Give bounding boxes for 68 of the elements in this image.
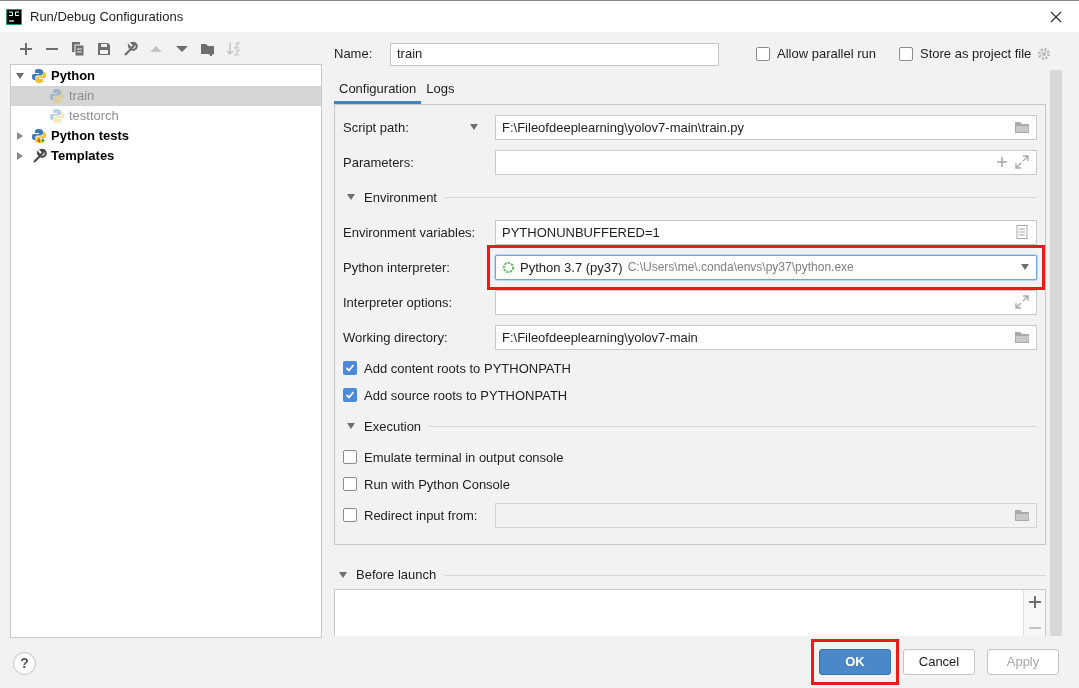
checkbox[interactable] — [343, 450, 357, 465]
python-icon — [49, 88, 65, 104]
python-icon — [49, 108, 65, 124]
checkbox-label: Add source roots to PYTHONPATH — [364, 386, 568, 405]
field-label: Environment variables: — [343, 223, 476, 242]
document-icon[interactable] — [1014, 224, 1030, 241]
checkbox-label: Store as project file — [920, 45, 1032, 64]
text-field[interactable] — [495, 289, 1037, 315]
checkbox[interactable] — [899, 47, 913, 61]
field-label: Interpreter options: — [343, 293, 453, 312]
tree-item[interactable]: Python tests — [11, 126, 321, 146]
text-field[interactable]: F:\Fileofdeeplearning\yolov7-main — [495, 324, 1037, 350]
add-icon[interactable] — [18, 41, 34, 57]
expand-icon[interactable] — [1014, 294, 1030, 311]
python-icon — [31, 68, 47, 84]
tab[interactable]: Configuration — [334, 76, 422, 104]
text-field[interactable] — [495, 502, 1037, 528]
checkbox-label: Emulate terminal in output console — [364, 448, 564, 467]
name-field[interactable]: train — [390, 42, 719, 66]
checkbox[interactable] — [343, 508, 357, 523]
expand-icon[interactable] — [1014, 154, 1030, 171]
checkbox-label: Add content roots to PYTHONPATH — [364, 359, 571, 378]
folder-icon[interactable] — [1014, 119, 1030, 136]
field-label: Script path: — [343, 118, 409, 137]
wrench-icon[interactable] — [122, 41, 138, 57]
tab[interactable]: Logs — [421, 76, 460, 104]
checkbox[interactable] — [343, 361, 357, 376]
section-title: Before launch — [356, 566, 437, 585]
checkbox-label: Run with Python Console — [364, 475, 510, 494]
gear-icon[interactable] — [1037, 47, 1052, 61]
dialog-button[interactable]: Cancel — [903, 649, 975, 675]
checkbox[interactable] — [343, 477, 357, 492]
section-title: Environment — [364, 188, 437, 207]
interpreter-name: Python 3.7 (py37) — [520, 258, 623, 277]
text-field[interactable]: F:\Fileofdeeplearning\yolov7-main\train.py — [495, 114, 1037, 140]
ok-button[interactable]: OK — [819, 649, 891, 675]
app-logo-icon — [6, 8, 22, 25]
interpreter-dropdown[interactable]: Python 3.7 (py37) C:\Users\me\.conda\envs\py37\python.exe — [495, 254, 1037, 280]
collapsed-arrow-icon[interactable] — [15, 151, 25, 161]
text-field[interactable]: PYTHONUNBUFFERED=1 — [495, 219, 1037, 245]
help-button[interactable]: ? — [13, 651, 36, 675]
folder-icon[interactable] — [1014, 329, 1030, 346]
wrench-icon — [31, 148, 47, 164]
loading-icon — [502, 260, 515, 274]
checkbox[interactable] — [343, 388, 357, 403]
save-icon[interactable] — [96, 41, 112, 57]
close-icon[interactable] — [1049, 9, 1063, 24]
expanded-arrow-icon[interactable] — [15, 71, 25, 81]
collapsed-arrow-icon[interactable] — [15, 131, 25, 141]
field-label: Working directory: — [343, 328, 448, 347]
folder-icon[interactable] — [1014, 507, 1030, 524]
name-label: Name: — [334, 45, 374, 64]
copy-icon[interactable] — [70, 41, 86, 57]
checkbox[interactable] — [756, 47, 770, 61]
field-label: Parameters: — [343, 153, 414, 172]
scrollbar[interactable] — [1050, 70, 1062, 636]
add-icon[interactable] — [1026, 594, 1043, 610]
window-title: Run/Debug Configurations — [30, 7, 184, 26]
section-title: Execution — [364, 417, 422, 436]
tree-item[interactable]: Python — [11, 66, 321, 86]
checkbox-label: Allow parallel run — [777, 45, 876, 64]
tree-item[interactable]: Templates — [11, 146, 321, 166]
text-field[interactable] — [495, 149, 1037, 175]
python-icon — [31, 128, 47, 144]
new-folder-icon[interactable] — [200, 41, 216, 57]
interpreter-path: C:\Users\me\.conda\envs\py37\python.exe — [627, 259, 854, 277]
checkbox-label: Redirect input from: — [364, 506, 478, 525]
field-label: Python interpreter: — [343, 258, 450, 277]
